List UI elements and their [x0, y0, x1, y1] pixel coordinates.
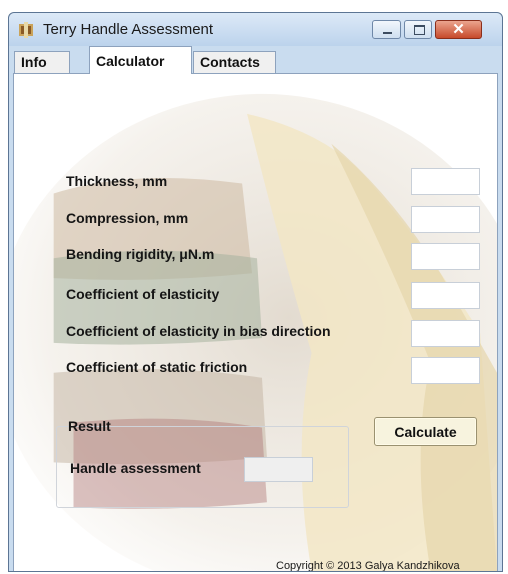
window-title: Terry Handle Assessment: [43, 21, 214, 38]
bending-rigidity-label: Bending rigidity, μN.m: [66, 246, 215, 262]
thickness-label: Thickness, mm: [66, 173, 168, 189]
maximize-icon: [414, 25, 425, 35]
calculator-panel: Thickness, mm Compression, mm Bending ri…: [13, 73, 498, 571]
compression-label: Compression, mm: [66, 210, 189, 226]
maximize-button[interactable]: [404, 20, 432, 39]
handle-assessment-label: Handle assessment: [70, 460, 201, 476]
coefficient-of-elasticity-field[interactable]: [411, 282, 480, 309]
elasticity-bias-direction-label: Coefficient of elasticity in bias direct…: [66, 323, 331, 339]
elasticity-bias-direction-field[interactable]: [411, 320, 480, 347]
minimize-icon: [383, 32, 392, 34]
thickness-field[interactable]: [411, 168, 480, 195]
handle-assessment-field[interactable]: [244, 457, 313, 482]
app-window: Terry Handle Assessment ✕ Info Calculato…: [8, 12, 503, 572]
tab-contacts[interactable]: Contacts: [193, 51, 276, 73]
tab-info[interactable]: Info: [14, 51, 70, 73]
close-button[interactable]: ✕: [435, 20, 482, 39]
copyright-text: Copyright © 2013 Galya Kandzhikova: [276, 560, 460, 571]
minimize-button[interactable]: [372, 20, 401, 39]
result-group-label: Result: [68, 418, 111, 434]
app-icon: [19, 22, 33, 38]
title-bar[interactable]: Terry Handle Assessment ✕: [9, 13, 502, 46]
calculate-button[interactable]: Calculate: [374, 417, 477, 446]
bending-rigidity-field[interactable]: [411, 243, 480, 270]
static-friction-field[interactable]: [411, 357, 480, 384]
tab-calculator[interactable]: Calculator: [89, 46, 192, 74]
static-friction-label: Coefficient of static friction: [66, 359, 248, 375]
coefficient-of-elasticity-label: Coefficient of elasticity: [66, 286, 220, 302]
tab-bar: Info Calculator Contacts: [13, 46, 498, 74]
close-icon: ✕: [452, 21, 465, 38]
compression-field[interactable]: [411, 206, 480, 233]
